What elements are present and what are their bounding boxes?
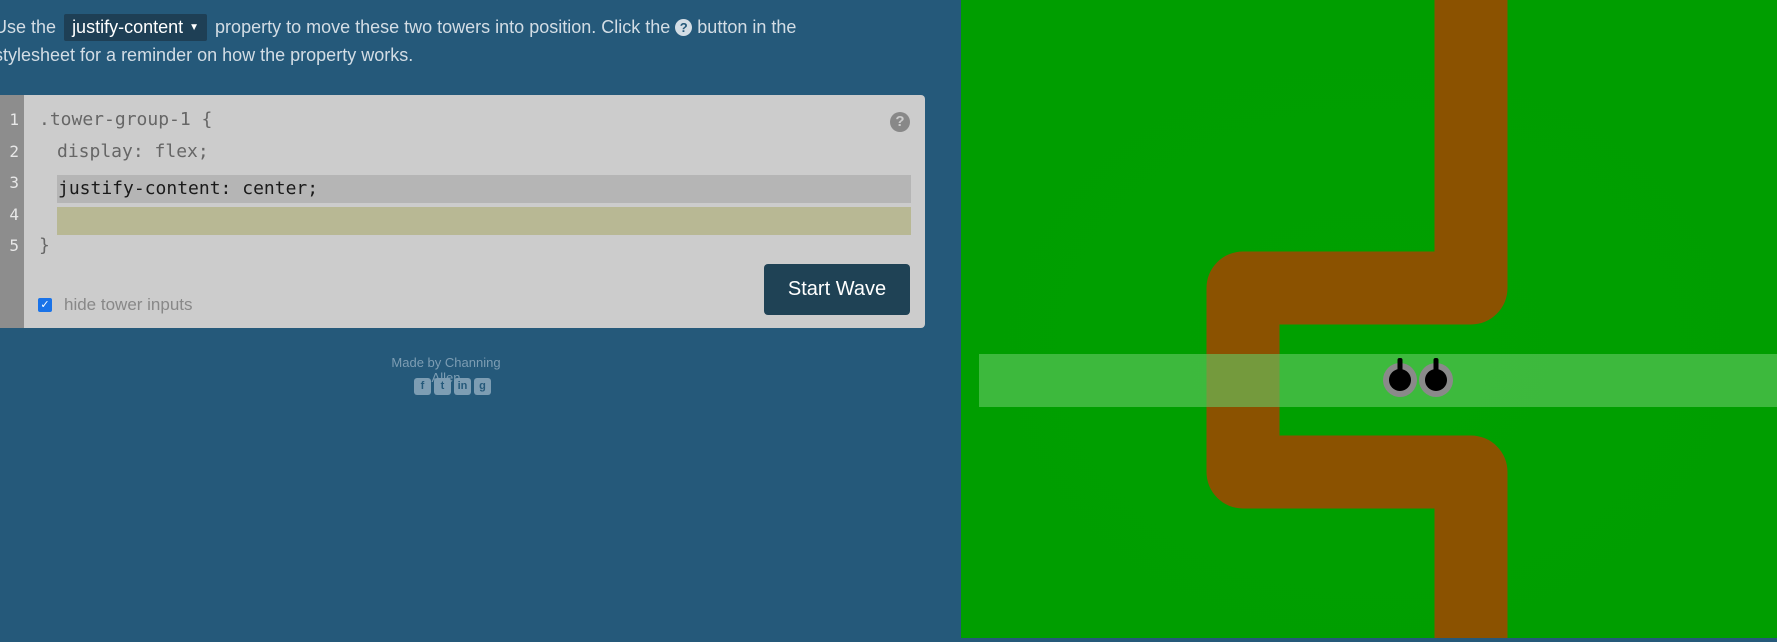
line-number: 4	[9, 205, 19, 224]
code-line-display: display: flex;	[57, 141, 209, 162]
checkbox-label: hide tower inputs	[64, 295, 193, 314]
hide-tower-inputs-toggle[interactable]: ✓ hide tower inputs	[38, 295, 193, 315]
line-number: 5	[9, 236, 19, 255]
line-gutter: 1 2 3 4 5	[0, 95, 24, 328]
help-button[interactable]: ?	[890, 112, 910, 132]
game-board-svg	[961, 0, 1777, 638]
css-input-empty[interactable]	[57, 207, 911, 235]
css-editor: 1 2 3 4 5 .tower-group-1 { display: flex…	[0, 95, 925, 328]
instructions-line-1: Use the justify-content ▼ property to mov…	[0, 13, 894, 42]
line-number: 1	[9, 110, 19, 129]
instructions-line-2: stylesheet for a reminder on how the pro…	[0, 45, 414, 66]
tower-group-zone	[979, 354, 1777, 407]
linkedin-icon[interactable]: in	[454, 378, 471, 395]
twitter-icon[interactable]: t	[434, 378, 451, 395]
code-line-closing-brace: }	[39, 235, 50, 256]
instructions: Use the justify-content ▼ property to mov…	[0, 13, 894, 69]
game-board	[961, 0, 1777, 638]
facebook-icon[interactable]: f	[414, 378, 431, 395]
left-panel: Use the justify-content ▼ property to mov…	[0, 0, 961, 638]
start-wave-button[interactable]: Start Wave	[764, 264, 910, 315]
line-number: 3	[9, 173, 19, 192]
checkbox-checked-icon[interactable]: ✓	[38, 298, 52, 312]
code-line-selector: .tower-group-1 {	[39, 109, 213, 130]
social-links: f t in g	[414, 378, 491, 395]
css-input-justify-content[interactable]: justify-content: center;	[57, 175, 911, 203]
line-number: 2	[9, 142, 19, 161]
instructions-middle: property to move these two towers into p…	[215, 17, 671, 37]
question-icon: ?	[675, 19, 693, 36]
instructions-prefix: Use the	[0, 17, 57, 37]
instructions-suffix: button in the	[697, 17, 797, 37]
github-icon[interactable]: g	[474, 378, 491, 395]
caret-down-icon: ▼	[189, 22, 200, 34]
property-select[interactable]: justify-content ▼	[64, 14, 208, 42]
